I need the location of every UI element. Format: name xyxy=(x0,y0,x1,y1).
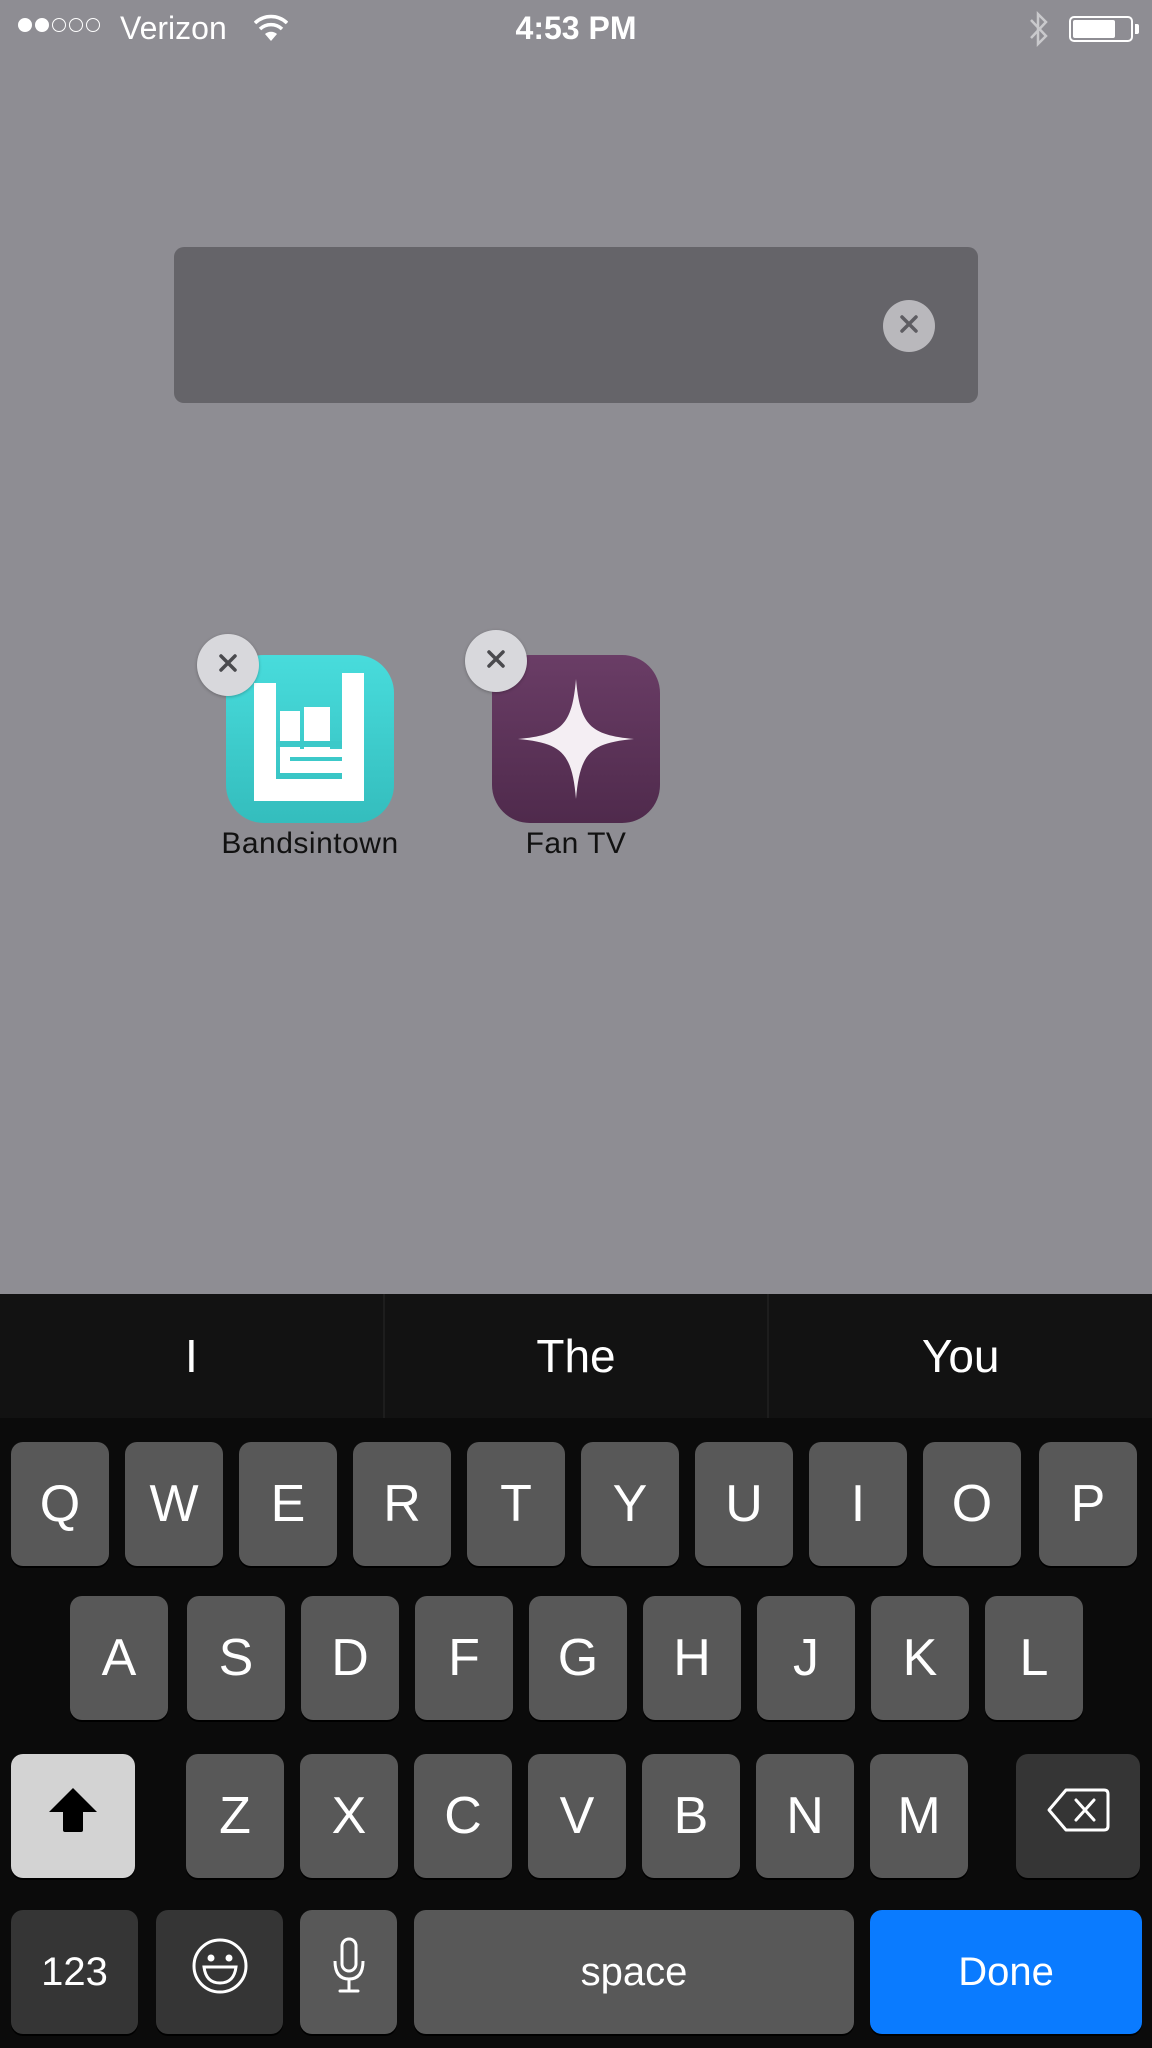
key-t[interactable]: T xyxy=(467,1442,565,1566)
bluetooth-icon xyxy=(1028,10,1050,53)
clock: 4:53 PM xyxy=(515,10,637,46)
key-l[interactable]: L xyxy=(985,1596,1083,1720)
app-label: Fan TV xyxy=(525,827,627,860)
emoji-icon xyxy=(191,1937,249,2008)
suggestion-item[interactable]: The xyxy=(385,1294,770,1418)
backspace-key[interactable] xyxy=(1016,1754,1140,1878)
key-s[interactable]: S xyxy=(187,1596,285,1720)
key-u[interactable]: U xyxy=(695,1442,793,1566)
delete-app-button[interactable] xyxy=(197,634,259,696)
key-m[interactable]: M xyxy=(870,1754,968,1878)
key-e[interactable]: E xyxy=(239,1442,337,1566)
shift-key[interactable] xyxy=(11,1754,135,1878)
key-r[interactable]: R xyxy=(353,1442,451,1566)
shift-icon xyxy=(47,1786,99,1847)
key-i[interactable]: I xyxy=(809,1442,907,1566)
battery-nub xyxy=(1135,24,1139,34)
emoji-key[interactable] xyxy=(156,1910,283,2034)
key-a[interactable]: A xyxy=(70,1596,168,1720)
clear-search-button[interactable] xyxy=(883,300,935,352)
keyboard: QWERTYUIOP ASDFGHJKL ZXCVBNM 123 space Don… xyxy=(0,1418,1152,2048)
numbers-key[interactable]: 123 xyxy=(11,1910,138,2034)
key-p[interactable]: P xyxy=(1039,1442,1137,1566)
clear-icon xyxy=(898,313,920,340)
predictive-text-bar: I The You xyxy=(0,1294,1152,1418)
key-y[interactable]: Y xyxy=(581,1442,679,1566)
key-x[interactable]: X xyxy=(300,1754,398,1878)
suggestion-item[interactable]: I xyxy=(0,1294,385,1418)
key-v[interactable]: V xyxy=(528,1754,626,1878)
dictation-key[interactable] xyxy=(300,1910,397,2034)
key-k[interactable]: K xyxy=(871,1596,969,1720)
delete-icon xyxy=(217,652,239,679)
key-q[interactable]: Q xyxy=(11,1442,109,1566)
key-w[interactable]: W xyxy=(125,1442,223,1566)
space-key[interactable]: space xyxy=(414,1910,854,2034)
app-label: Bandsintown xyxy=(221,827,399,860)
status-bar: Verizon 4:53 PM xyxy=(0,0,1152,58)
delete-icon xyxy=(485,648,507,675)
key-d[interactable]: D xyxy=(301,1596,399,1720)
key-n[interactable]: N xyxy=(756,1754,854,1878)
key-g[interactable]: G xyxy=(529,1596,627,1720)
microphone-icon xyxy=(331,1937,367,2008)
delete-app-button[interactable] xyxy=(465,630,527,692)
key-b[interactable]: B xyxy=(642,1754,740,1878)
suggestion-item[interactable]: You xyxy=(769,1294,1152,1418)
key-h[interactable]: H xyxy=(643,1596,741,1720)
key-z[interactable]: Z xyxy=(186,1754,284,1878)
key-j[interactable]: J xyxy=(757,1596,855,1720)
key-f[interactable]: F xyxy=(415,1596,513,1720)
battery-icon xyxy=(1069,16,1133,42)
backspace-icon xyxy=(1046,1786,1110,1847)
key-c[interactable]: C xyxy=(414,1754,512,1878)
key-o[interactable]: O xyxy=(923,1442,1021,1566)
search-input[interactable] xyxy=(174,247,978,403)
done-button[interactable]: Done xyxy=(870,1910,1142,2034)
battery-level xyxy=(1073,20,1115,38)
